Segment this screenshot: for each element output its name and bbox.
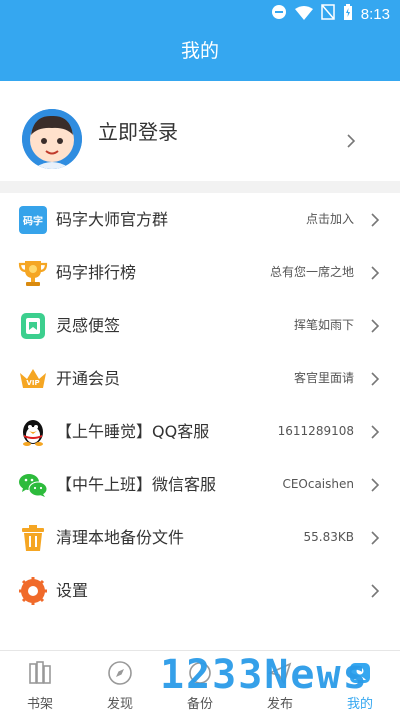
menu-item-hint: 55.83KB — [303, 530, 354, 544]
mazi-group-icon: 码字 — [18, 205, 48, 235]
do-not-disturb-icon — [271, 4, 287, 24]
tab-bookshelf[interactable]: 书架 — [0, 651, 80, 712]
menu-item-wechat-support[interactable]: 【中午上班】微信客服 CEOcaishen — [0, 458, 400, 511]
publish-icon — [266, 659, 294, 687]
notes-icon — [18, 311, 48, 341]
tab-label: 发布 — [266, 697, 293, 712]
login-label[interactable]: 立即登录 — [98, 116, 178, 145]
settings-menu: 码字 码字大师官方群 点击加入 码字排行榜 总有您一席之地 灵感便签 挥笔如雨下… — [0, 193, 400, 617]
tab-publish[interactable]: 发布 — [240, 651, 320, 712]
menu-item-hint: 总有您一席之地 — [269, 265, 354, 279]
svg-text:码字: 码字 — [23, 215, 43, 228]
bookshelf-icon — [26, 659, 54, 687]
menu-item-label: 码字大师官方群 — [56, 210, 169, 229]
chevron-right-icon — [370, 424, 380, 444]
trophy-icon — [18, 258, 48, 288]
chevron-right-icon — [370, 265, 380, 285]
page-title: 我的 — [180, 40, 219, 62]
app-header: 8:13 我的 — [0, 0, 400, 81]
tab-label: 书架 — [26, 697, 53, 712]
wifi-icon — [294, 5, 313, 24]
chevron-right-icon — [370, 371, 380, 391]
menu-item-hint: 点击加入 — [305, 212, 354, 226]
vip-crown-icon: VIP — [18, 364, 48, 394]
tab-discover[interactable]: 发现 — [80, 651, 160, 712]
menu-item-qq-support[interactable]: 【上午睡觉】QQ客服 1611289108 — [0, 405, 400, 458]
menu-item-vip[interactable]: VIP 开通会员 客官里面请 — [0, 352, 400, 405]
battery-icon — [343, 4, 353, 24]
chevron-right-icon — [370, 318, 380, 338]
qq-penguin-icon — [18, 417, 48, 447]
chevron-right-icon — [370, 477, 380, 497]
trash-icon — [18, 523, 48, 553]
menu-item-label: 【中午上班】微信客服 — [56, 475, 217, 494]
bottom-tab-bar: 书架 发现 备份 发布 我的 — [0, 650, 400, 712]
chevron-right-icon — [346, 133, 356, 153]
tab-label: 我的 — [346, 697, 373, 712]
wechat-icon — [18, 470, 48, 500]
chevron-right-icon — [370, 530, 380, 550]
menu-item-clear-backup[interactable]: 清理本地备份文件 55.83KB — [0, 511, 400, 564]
menu-item-label: 灵感便签 — [56, 316, 121, 335]
tab-label: 发现 — [106, 697, 133, 712]
settings-gear-icon — [18, 576, 48, 606]
status-time: 8:13 — [360, 5, 390, 23]
menu-item-label: 开通会员 — [56, 369, 121, 388]
backup-icon — [186, 659, 214, 687]
menu-item-label: 设置 — [56, 581, 89, 600]
section-divider — [0, 181, 400, 193]
menu-item-label: 码字排行榜 — [56, 263, 137, 282]
tab-backup[interactable]: 备份 — [160, 651, 240, 712]
menu-item-hint: 1611289108 — [277, 424, 354, 438]
menu-item-hint: 客官里面请 — [293, 371, 354, 385]
profile-icon — [346, 659, 374, 687]
menu-item-inspiration-notes[interactable]: 灵感便签 挥笔如雨下 — [0, 299, 400, 352]
menu-item-hint: 挥笔如雨下 — [293, 318, 354, 332]
no-sim-icon — [321, 4, 335, 24]
menu-item-ranking[interactable]: 码字排行榜 总有您一席之地 — [0, 246, 400, 299]
menu-item-label: 清理本地备份文件 — [56, 528, 185, 547]
tab-profile[interactable]: 我的 — [320, 651, 400, 712]
tab-label: 备份 — [186, 697, 213, 712]
svg-text:VIP: VIP — [26, 379, 39, 387]
chevron-right-icon — [370, 212, 380, 232]
chevron-right-icon — [370, 583, 380, 603]
compass-icon — [106, 659, 134, 687]
menu-item-label: 【上午睡觉】QQ客服 — [56, 422, 210, 441]
status-bar: 8:13 — [0, 0, 400, 28]
avatar[interactable] — [22, 109, 82, 169]
menu-item-hint: CEOcaishen — [282, 477, 354, 491]
menu-item-official-group[interactable]: 码字 码字大师官方群 点击加入 — [0, 193, 400, 246]
menu-item-settings[interactable]: 设置 — [0, 564, 400, 617]
